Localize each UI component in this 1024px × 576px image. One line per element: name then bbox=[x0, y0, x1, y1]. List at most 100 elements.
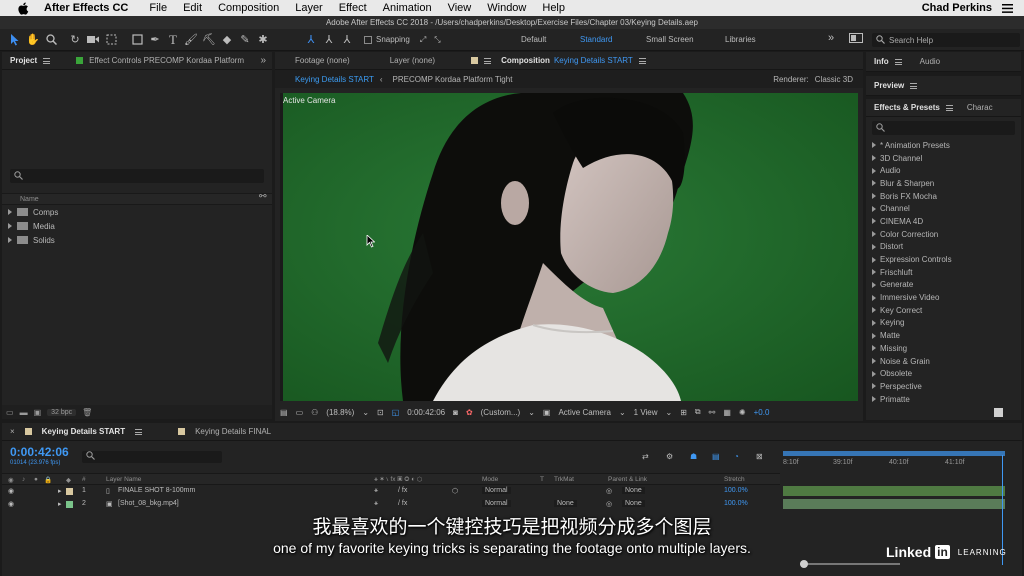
tab-info[interactable]: Info bbox=[874, 57, 889, 66]
expand-arrow-icon[interactable] bbox=[872, 167, 876, 174]
expand-arrow-icon[interactable] bbox=[872, 243, 876, 250]
effects-category-immersive-video[interactable]: Immersive Video bbox=[866, 291, 1021, 304]
interpret-footage-icon[interactable]: ▭ bbox=[6, 408, 14, 417]
expand-arrow-icon[interactable] bbox=[8, 209, 12, 215]
layer-parent-dropdown[interactable]: None bbox=[622, 500, 645, 507]
snap-edges-icon[interactable]: ⤡ bbox=[434, 35, 440, 45]
effects-category-obsolete[interactable]: Obsolete bbox=[866, 367, 1021, 380]
selection-tool-icon[interactable] bbox=[6, 31, 24, 49]
lock-icon[interactable]: 🔒 bbox=[44, 476, 52, 484]
effects-category-animation-presets[interactable]: * Animation Presets bbox=[866, 139, 1021, 152]
chevron-down-icon[interactable]: ⌄ bbox=[666, 408, 673, 417]
3d-layer-icon[interactable]: ⬡ bbox=[452, 487, 458, 495]
exposure-reset-icon[interactable]: ✺ bbox=[739, 408, 746, 417]
hand-tool-icon[interactable]: ✋ bbox=[24, 31, 42, 49]
layer-parent-dropdown[interactable]: None bbox=[622, 487, 645, 494]
frame-blending-icon[interactable]: ▤ bbox=[712, 452, 720, 461]
tab-audio[interactable]: Audio bbox=[920, 57, 940, 66]
local-axis-icon[interactable]: ⅄ bbox=[302, 31, 320, 49]
expand-arrow-icon[interactable] bbox=[872, 281, 876, 288]
expand-arrow-icon[interactable] bbox=[872, 396, 876, 403]
fast-previews-icon[interactable]: ▦ bbox=[723, 408, 731, 417]
effects-category-cinema-4d[interactable]: CINEMA 4D bbox=[866, 215, 1021, 228]
layer-row[interactable]: ◉ ▸ 1 ▯ FINALE SHOT 8-100mm ⚹ / fx ⬡ Nor… bbox=[2, 486, 780, 498]
effects-category-generate[interactable]: Generate bbox=[866, 279, 1021, 292]
column-layer-name[interactable]: Layer Name bbox=[106, 476, 141, 483]
tab-composition-prefix[interactable]: Composition bbox=[501, 56, 550, 65]
mask-visibility-icon[interactable]: ⚇ bbox=[311, 408, 318, 417]
menu-app-name[interactable]: After Effects CC bbox=[44, 2, 141, 14]
comp-flow-other[interactable]: PRECOMP Kordaa Platform Tight bbox=[393, 75, 513, 84]
current-time[interactable]: 0:00:42:06 bbox=[407, 408, 445, 417]
menu-edit[interactable]: Edit bbox=[175, 2, 210, 14]
snapping-checkbox[interactable] bbox=[364, 35, 372, 44]
snap-options-icon[interactable]: ⤢ bbox=[420, 35, 426, 45]
brush-tool-icon[interactable]: 🖌 bbox=[182, 31, 200, 49]
project-item-comps[interactable]: Comps bbox=[2, 205, 272, 219]
tab-timeline-final[interactable]: Keying Details FINAL bbox=[195, 427, 271, 436]
solo-icon[interactable]: ● bbox=[34, 476, 38, 483]
tab-composition-name[interactable]: Keying Details START bbox=[554, 56, 633, 65]
chevron-down-icon[interactable]: ⌄ bbox=[528, 408, 535, 417]
menu-view[interactable]: View bbox=[440, 2, 480, 14]
expand-arrow-icon[interactable] bbox=[872, 231, 876, 238]
effects-category-boris-fx-mocha[interactable]: Boris FX Mocha bbox=[866, 190, 1021, 203]
column-trkmat[interactable]: TrkMat bbox=[554, 476, 574, 483]
timeline-search-field[interactable] bbox=[82, 451, 222, 463]
camera-tool-icon[interactable] bbox=[84, 31, 102, 49]
zoom-tool-icon[interactable] bbox=[42, 31, 60, 49]
comp-menu-icon[interactable] bbox=[638, 57, 646, 64]
pan-behind-tool-icon[interactable] bbox=[102, 31, 120, 49]
3d-view-dropdown[interactable]: Active Camera bbox=[558, 408, 610, 417]
flowchart-icon[interactable]: ⚯ bbox=[259, 191, 267, 202]
view-axis-icon[interactable]: ⅄ bbox=[338, 31, 356, 49]
effects-category-perspective[interactable]: Perspective bbox=[866, 380, 1021, 393]
eye-icon[interactable]: ◉ bbox=[8, 500, 14, 508]
layer-name[interactable]: [Shot_08_bkg.mp4] bbox=[118, 500, 179, 507]
expand-arrow-icon[interactable] bbox=[8, 237, 12, 243]
graph-editor-icon[interactable]: ⊠ bbox=[756, 452, 763, 461]
work-area-bar[interactable] bbox=[783, 451, 1005, 456]
expand-arrow-icon[interactable] bbox=[872, 370, 876, 377]
clone-stamp-tool-icon[interactable]: ⛏ bbox=[200, 31, 218, 49]
comp-menu-lock-icon[interactable] bbox=[484, 57, 492, 64]
eye-icon[interactable]: ◉ bbox=[8, 476, 14, 484]
expand-arrow-icon[interactable] bbox=[872, 358, 876, 365]
workspace-standard[interactable]: Standard bbox=[580, 35, 612, 44]
toggle-transparency-icon[interactable]: ▣ bbox=[543, 408, 551, 417]
view-layout-dropdown[interactable]: 1 View bbox=[634, 408, 658, 417]
more-workspaces-icon[interactable]: » bbox=[828, 32, 834, 44]
audio-icon[interactable]: ♪ bbox=[22, 476, 25, 483]
workspace-toggle-icon[interactable] bbox=[849, 33, 863, 45]
workspace-default[interactable]: Default bbox=[521, 35, 546, 44]
menu-help[interactable]: Help bbox=[534, 2, 573, 14]
menu-animation[interactable]: Animation bbox=[375, 2, 440, 14]
tab-project[interactable]: Project bbox=[10, 56, 37, 65]
effects-search-field[interactable] bbox=[872, 121, 1015, 135]
workspace-libraries[interactable]: Libraries bbox=[725, 35, 756, 44]
roto-brush-tool-icon[interactable]: ✎ bbox=[236, 31, 254, 49]
expand-arrow-icon[interactable] bbox=[872, 345, 876, 352]
region-of-interest-icon[interactable]: ◱ bbox=[392, 408, 400, 417]
expand-arrow-icon[interactable] bbox=[872, 180, 876, 187]
bit-depth-button[interactable]: 32 bpc bbox=[47, 408, 77, 416]
layer-row[interactable]: ◉ ▸ 2 ▣ [Shot_08_bkg.mp4] ⚹ / fx Normal … bbox=[2, 499, 780, 511]
pen-tool-icon[interactable]: ✒ bbox=[146, 31, 164, 49]
menu-file[interactable]: File bbox=[141, 2, 175, 14]
effects-category-primatte[interactable]: Primatte bbox=[866, 393, 1021, 406]
renderer-value[interactable]: Classic 3D bbox=[815, 75, 853, 84]
tab-layer[interactable]: Layer (none) bbox=[390, 56, 435, 65]
layer-mode-dropdown[interactable]: Normal bbox=[482, 500, 511, 507]
column-parent[interactable]: Parent & Link bbox=[608, 476, 647, 483]
expand-arrow-icon[interactable]: ▸ bbox=[58, 500, 62, 508]
new-bin-icon[interactable] bbox=[994, 408, 1003, 417]
collapse-switch-icon[interactable]: ⚹ bbox=[374, 500, 378, 508]
snapshot-toggle-icon[interactable]: ⊡ bbox=[377, 408, 384, 417]
layer-label-swatch[interactable] bbox=[66, 501, 73, 508]
trash-icon[interactable]: 🗑 bbox=[82, 408, 92, 417]
exposure-value[interactable]: +0.0 bbox=[754, 408, 770, 417]
expand-arrow-icon[interactable] bbox=[872, 155, 876, 162]
expand-arrow-icon[interactable] bbox=[872, 332, 876, 339]
eye-icon[interactable]: ◉ bbox=[8, 487, 14, 495]
effects-category-missing[interactable]: Missing bbox=[866, 342, 1021, 355]
